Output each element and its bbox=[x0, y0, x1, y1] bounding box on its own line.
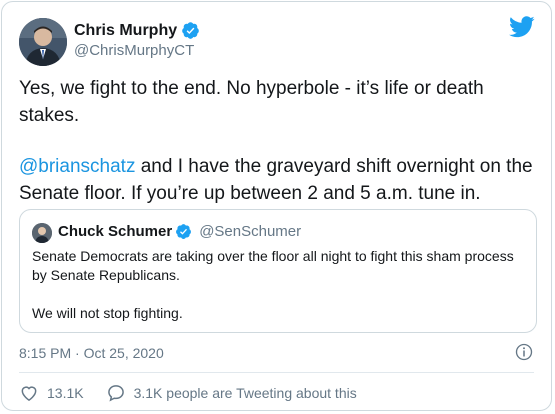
author-name-text: Chris Murphy bbox=[74, 21, 178, 39]
author-name[interactable]: Chris Murphy bbox=[74, 21, 200, 40]
twitter-bird-icon[interactable] bbox=[509, 16, 535, 38]
quoted-author-handle: @SenSchumer bbox=[199, 223, 302, 240]
quoted-paragraph-2: We will not stop fighting. bbox=[32, 305, 183, 321]
verified-badge-icon bbox=[176, 224, 192, 239]
conversation-text: 3.1K people are Tweeting about this bbox=[133, 385, 357, 401]
tweet-timestamp[interactable]: 8:15 PM · Oct 25, 2020 bbox=[19, 345, 164, 361]
mention-link[interactable]: @brianschatz bbox=[19, 156, 135, 177]
tweet-card: Chris Murphy @ChrisMurphyCT Yes, we figh… bbox=[1, 1, 552, 411]
author-handle[interactable]: @ChrisMurphyCT bbox=[74, 42, 194, 59]
speech-bubble-icon bbox=[107, 385, 124, 402]
verified-badge-icon bbox=[182, 22, 199, 39]
quoted-author: Chuck Schumer @SenSchumer bbox=[58, 223, 301, 240]
heart-icon bbox=[21, 386, 37, 401]
quoted-paragraph-1: Senate Democrats are taking over the flo… bbox=[32, 248, 514, 283]
tweet-actions: 13.1K 3.1K people are Tweeting about thi… bbox=[19, 383, 357, 403]
like-button[interactable]: 13.1K bbox=[19, 383, 84, 403]
divider bbox=[19, 372, 534, 373]
quoted-author-name: Chuck Schumer bbox=[58, 223, 173, 240]
info-icon[interactable] bbox=[515, 343, 533, 361]
quoted-tweet-text: Senate Democrats are taking over the flo… bbox=[32, 247, 522, 323]
tweet-paragraph-2: @brianschatz and I have the graveyard sh… bbox=[19, 153, 539, 207]
like-count: 13.1K bbox=[47, 385, 84, 401]
quoted-tweet[interactable]: Chuck Schumer @SenSchumer Senate Democra… bbox=[19, 209, 537, 333]
conversation-link[interactable]: 3.1K people are Tweeting about this bbox=[106, 383, 357, 403]
quoted-author-avatar bbox=[32, 223, 52, 243]
author-avatar[interactable] bbox=[19, 18, 67, 66]
tweet-text: Yes, we fight to the end. No hyperbole -… bbox=[19, 75, 539, 207]
tweet-paragraph-1: Yes, we fight to the end. No hyperbole -… bbox=[19, 78, 484, 126]
